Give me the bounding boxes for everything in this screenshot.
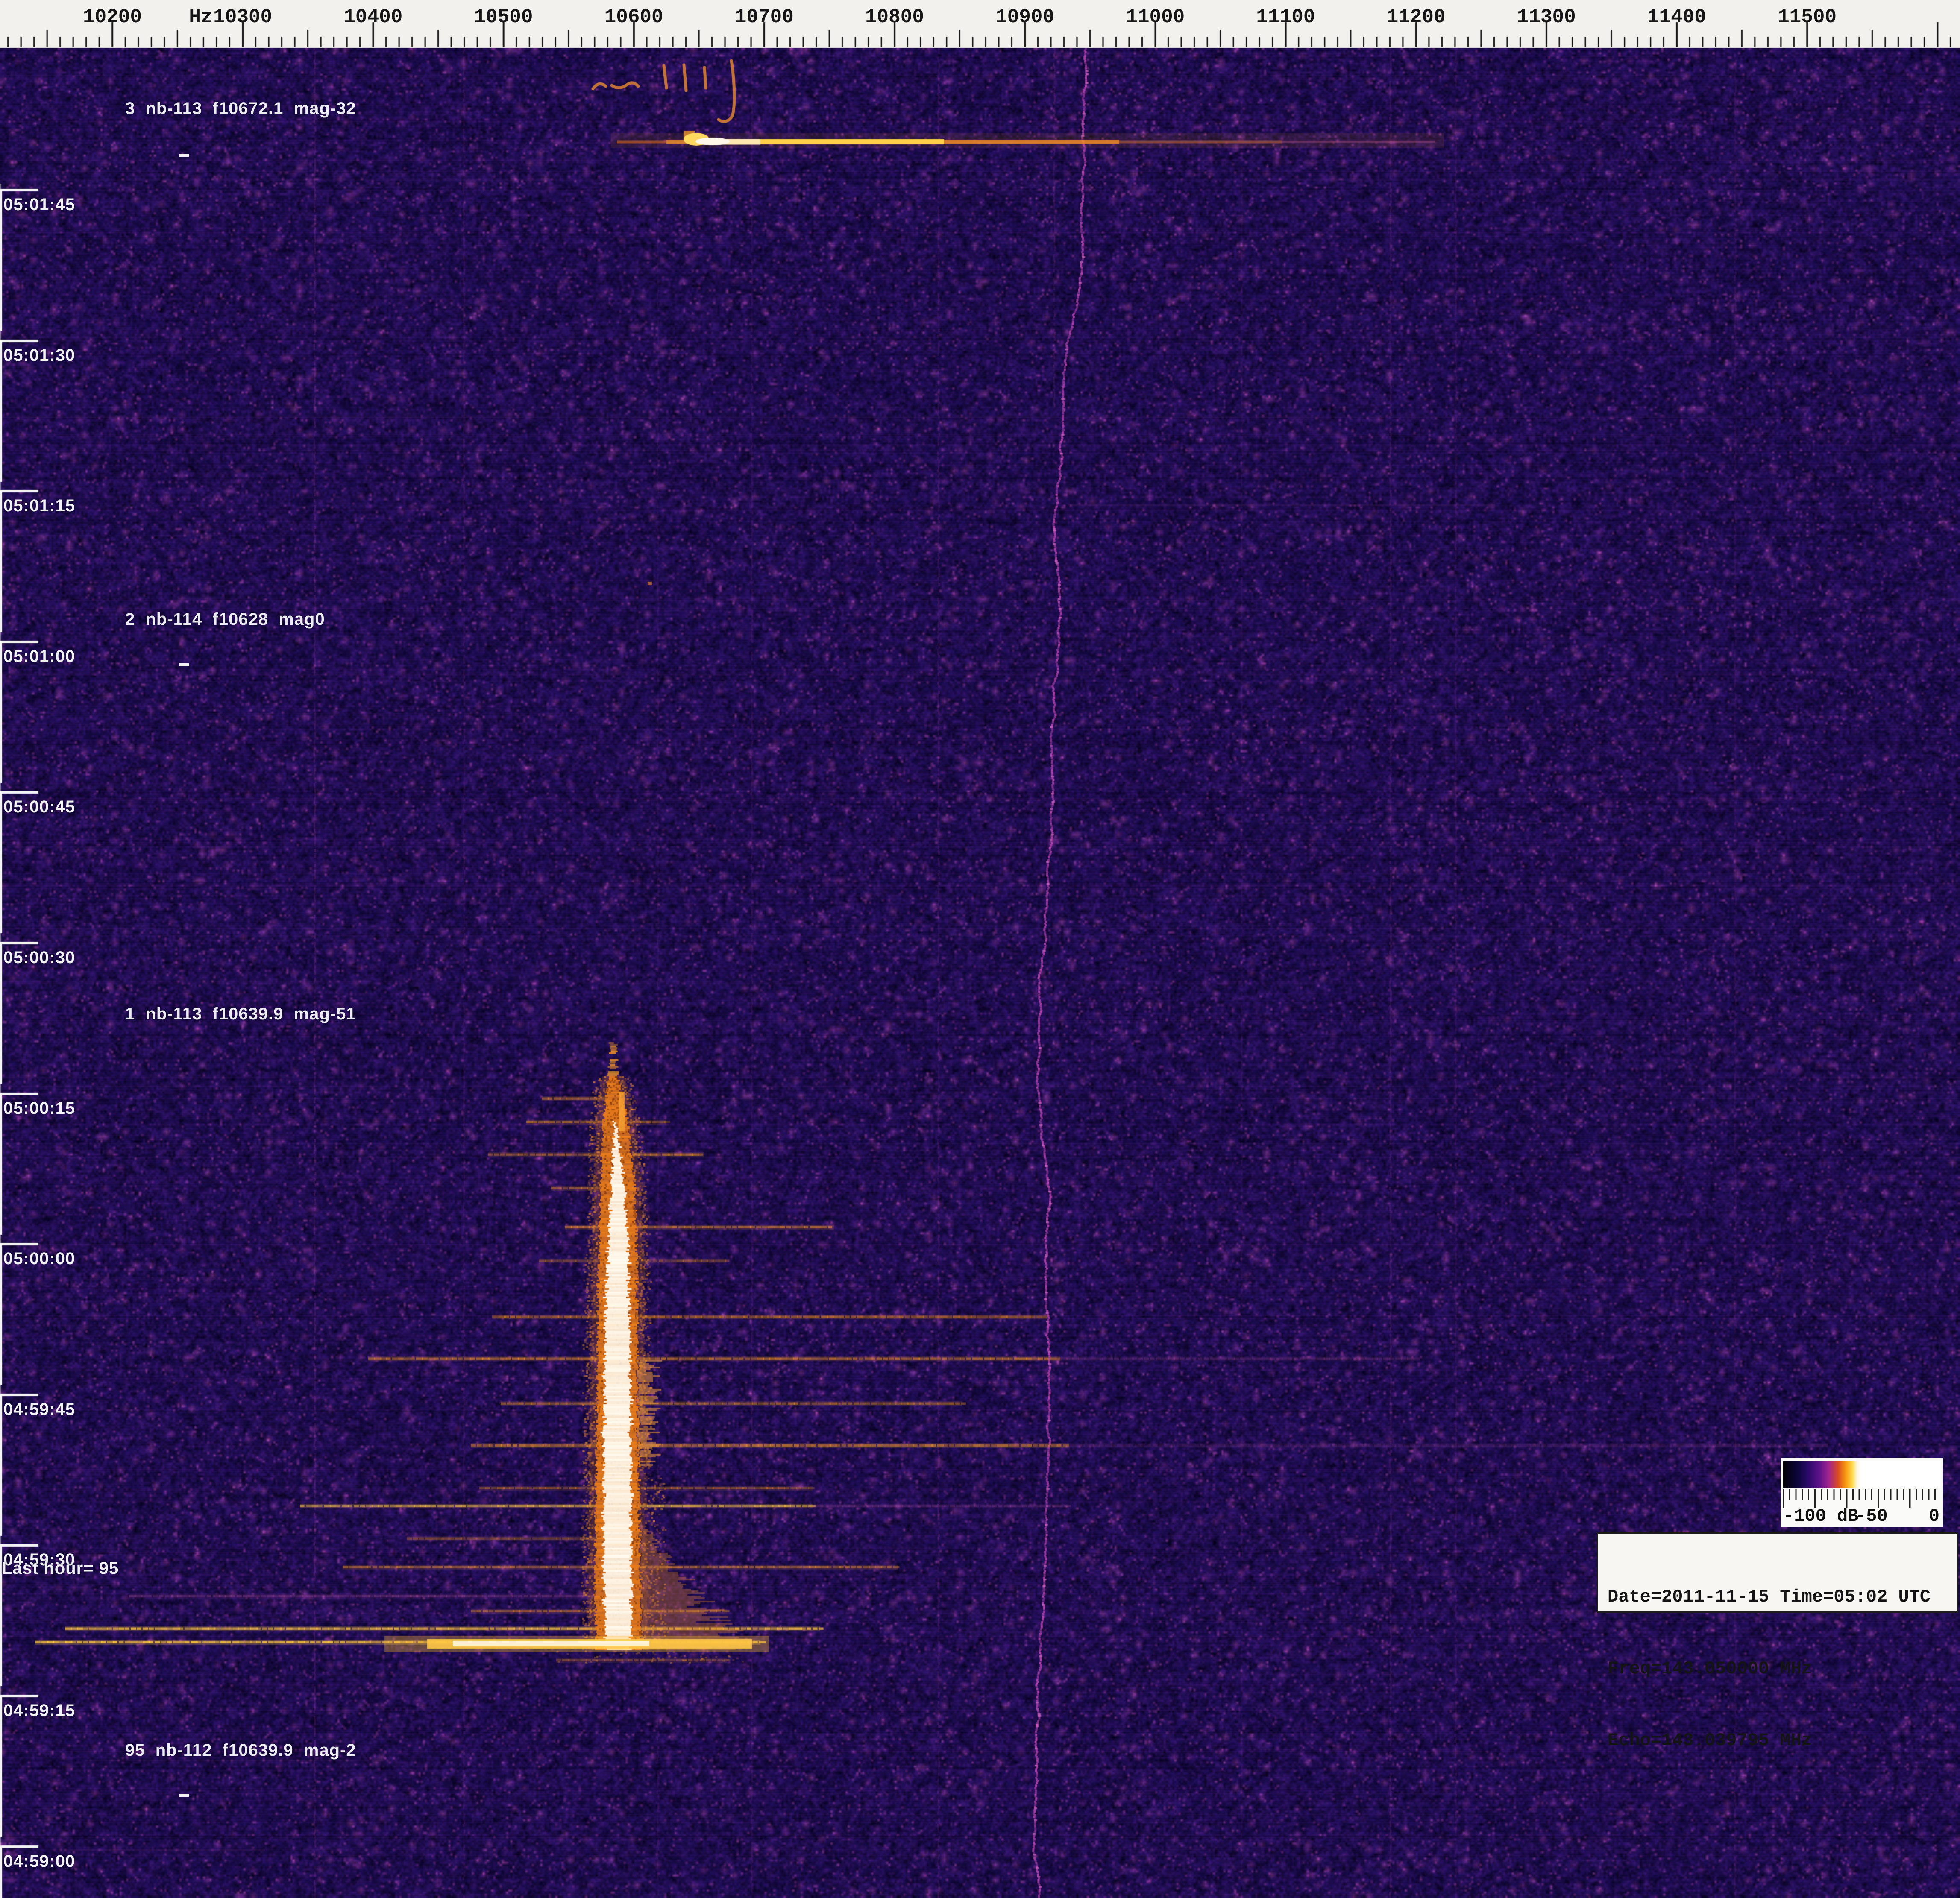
colorbar-legend: -100 dB -50 0 [1781, 1458, 1943, 1527]
colorbar-min-label: -100 dB [1783, 1506, 1858, 1526]
spectrogram-window: 1020010300104001050010600107001080010900… [0, 0, 1960, 1898]
status-freq-line: Freq=143.050000 MHz [1608, 1657, 1957, 1681]
colorbar-mid-label: -50 [1855, 1506, 1888, 1526]
status-echo-line: Echo=143.039795 MHz [1608, 1728, 1957, 1752]
colorbar-max-label: 0 [1929, 1506, 1939, 1526]
status-box: Date=2011-11-15 Time=05:02 UTC Freq=143.… [1597, 1532, 1958, 1613]
hour-count-label: Last hour= 95 [2, 1559, 119, 1578]
colorbar-gradient [1783, 1461, 1941, 1488]
status-date-line: Date=2011-11-15 Time=05:02 UTC [1608, 1585, 1957, 1609]
